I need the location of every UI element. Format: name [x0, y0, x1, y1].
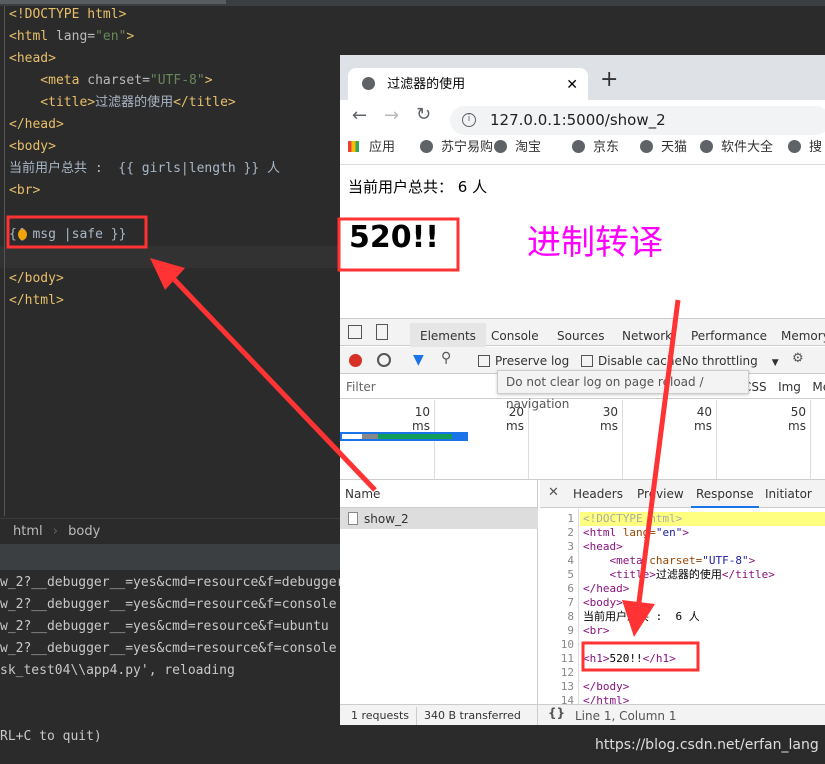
arrow-line	[635, 299, 681, 611]
highlight-box-response	[581, 641, 700, 672]
arrow-line	[168, 273, 377, 492]
arrow-head	[622, 600, 655, 637]
highlight-box-template	[6, 215, 148, 249]
highlight-box-output	[337, 217, 460, 272]
annotation-layer	[6, 215, 700, 672]
